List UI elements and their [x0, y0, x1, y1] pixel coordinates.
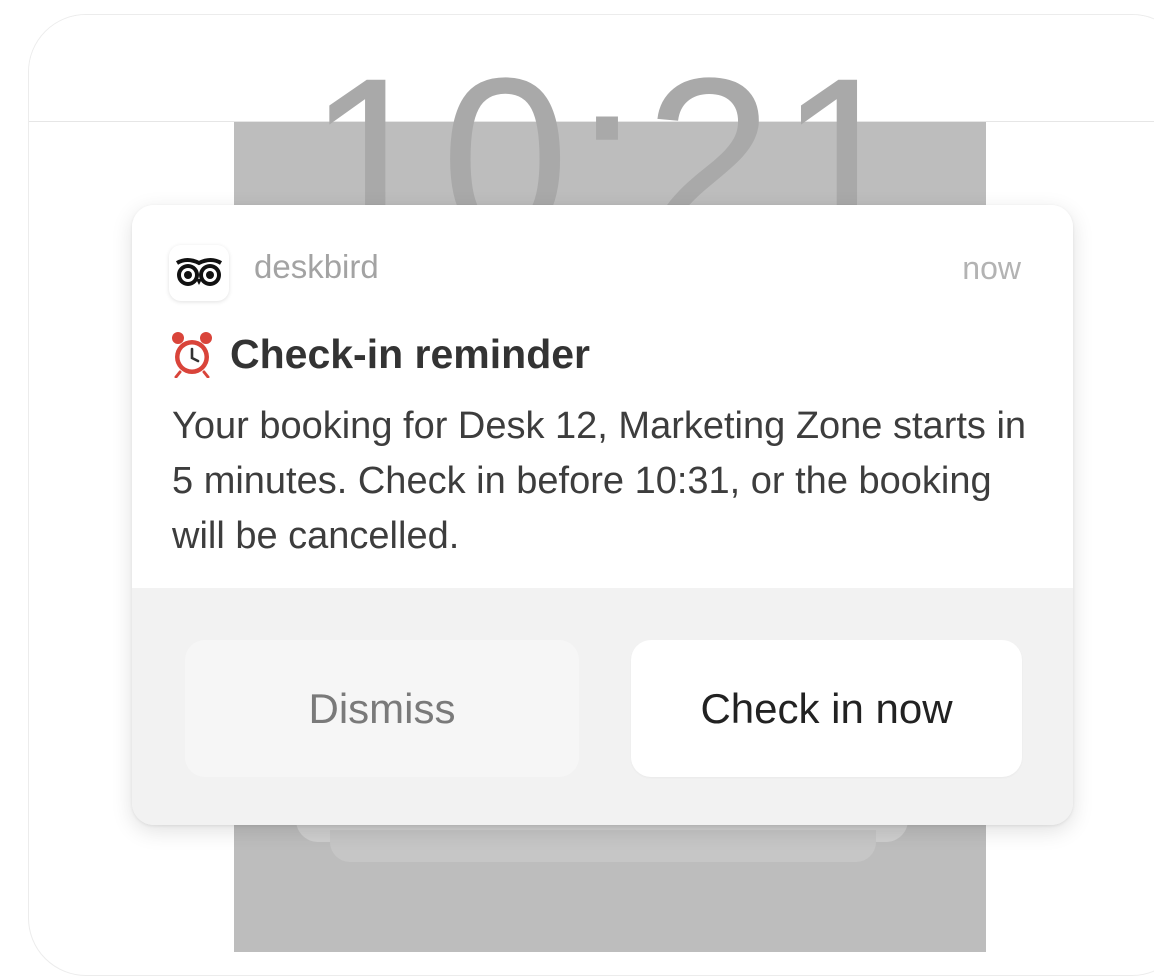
owl-eyes-icon: [169, 245, 229, 301]
check-in-now-button[interactable]: Check in now: [631, 640, 1022, 777]
notification-title: Check-in reminder: [230, 331, 590, 377]
notification-content: deskbird now Check-in reminder Your book…: [132, 205, 1073, 588]
app-name: deskbird: [254, 248, 379, 285]
notification-message: Your booking for Desk 12, Marketing Zone…: [172, 405, 1027, 557]
notification-timestamp: now: [962, 250, 1021, 286]
notification-card[interactable]: deskbird now Check-in reminder Your book…: [132, 205, 1073, 825]
stacked-notification-edge-back: [330, 830, 876, 862]
notification-title-row: Check-in reminder: [170, 326, 590, 382]
alarm-clock-icon: [170, 330, 214, 379]
dismiss-button[interactable]: Dismiss: [185, 640, 579, 777]
